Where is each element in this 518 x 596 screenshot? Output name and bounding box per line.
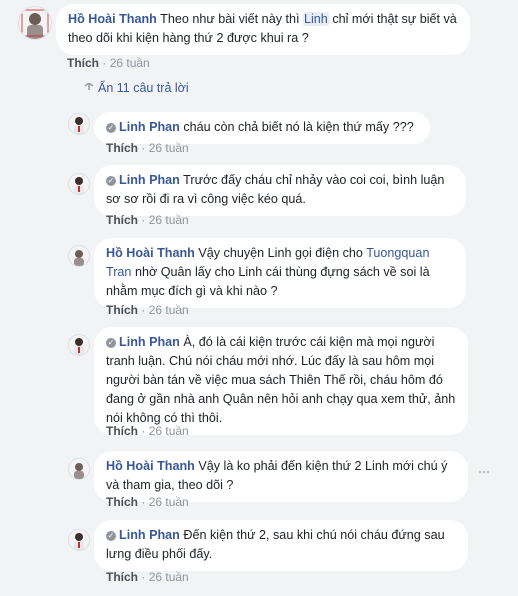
timestamp[interactable]: 26 tuần xyxy=(149,303,189,317)
separator: · xyxy=(141,495,146,509)
separator: · xyxy=(141,570,146,584)
commenter-name[interactable]: Hồ Hoài Thanh xyxy=(106,246,195,260)
separator: · xyxy=(141,303,146,317)
timestamp[interactable]: 26 tuần xyxy=(149,495,189,509)
like-button[interactable]: Thích xyxy=(106,213,138,227)
hide-replies-toggle[interactable]: Ẩn 11 câu trả lời xyxy=(84,81,189,95)
like-button[interactable]: Thích xyxy=(106,141,138,155)
avatar-ho-hoai-thanh[interactable] xyxy=(68,245,90,267)
separator: · xyxy=(141,141,146,155)
verified-icon: ✓ xyxy=(106,531,116,541)
like-button[interactable]: Thích xyxy=(106,495,138,509)
like-button[interactable]: Thích xyxy=(106,570,138,584)
avatar-linh-phan[interactable] xyxy=(68,173,90,195)
avatar-linh-phan[interactable] xyxy=(68,334,90,356)
reply-text: nhờ Quân lấy cho Linh cái thùng đựng sác… xyxy=(106,265,430,298)
commenter-name[interactable]: Hồ Hoài Thanh xyxy=(68,12,157,26)
verified-icon: ✓ xyxy=(106,123,116,133)
more-options-icon[interactable] xyxy=(478,466,490,478)
avatar-ho-hoai-thanh[interactable] xyxy=(18,6,52,40)
avatar-linh-phan[interactable] xyxy=(68,529,90,551)
separator: · xyxy=(141,424,146,438)
like-button[interactable]: Thích xyxy=(106,303,138,317)
reply-bubble: ✓ Linh Phan Đến kiện thứ 2, sau khi chú n… xyxy=(94,520,468,571)
reply-text: Vậy chuyện Linh gọi điện cho xyxy=(198,246,363,260)
reply-actions: Thích · 26 tuần xyxy=(106,495,189,509)
tagged-user[interactable]: Linh xyxy=(303,12,329,26)
comment-actions: Thích · 26 tuần xyxy=(67,56,150,70)
reply-bubble: ✓ Linh Phan cháu còn chả biết nó là kiện … xyxy=(94,112,430,144)
reply-actions: Thích · 26 tuần xyxy=(106,424,189,438)
reply-bubble: ✓ Linh Phan Trước đấy cháu chỉ nhảy vào c… xyxy=(94,165,466,216)
like-button[interactable]: Thích xyxy=(67,56,99,70)
hide-replies-label: Ẩn 11 câu trả lời xyxy=(98,81,189,95)
verified-icon: ✓ xyxy=(106,176,116,186)
separator: · xyxy=(102,56,107,70)
avatar-linh-phan[interactable] xyxy=(68,113,90,135)
timestamp[interactable]: 26 tuần xyxy=(110,56,150,70)
timestamp[interactable]: 26 tuần xyxy=(149,141,189,155)
commenter-name[interactable]: Linh Phan xyxy=(119,120,180,134)
avatar-ho-hoai-thanh[interactable] xyxy=(68,458,90,480)
commenter-name[interactable]: Linh Phan xyxy=(119,173,180,187)
timestamp[interactable]: 26 tuần xyxy=(149,213,189,227)
comment-text: Theo như bài viết này thì xyxy=(160,12,300,26)
reply-text: cháu còn chả biết nó là kiện thứ mấy ??? xyxy=(183,120,414,134)
reply-actions: Thích · 26 tuần xyxy=(106,141,189,155)
comment-bubble: Hồ Hoài Thanh Theo như bài viết này thì … xyxy=(56,4,470,55)
commenter-name[interactable]: Linh Phan xyxy=(119,335,180,349)
like-button[interactable]: Thích xyxy=(106,424,138,438)
commenter-name[interactable]: Hồ Hoài Thanh xyxy=(106,459,195,473)
separator: · xyxy=(141,213,146,227)
verified-icon: ✓ xyxy=(106,338,116,348)
reply-actions: Thích · 26 tuần xyxy=(106,213,189,227)
reply-actions: Thích · 26 tuần xyxy=(106,570,189,584)
collapse-arrow-icon xyxy=(84,82,94,90)
timestamp[interactable]: 26 tuần xyxy=(149,424,189,438)
reply-actions: Thích · 26 tuần xyxy=(106,303,189,317)
commenter-name[interactable]: Linh Phan xyxy=(119,528,180,542)
reply-bubble: Hồ Hoài Thanh Vậy chuyện Linh gọi điện c… xyxy=(94,238,466,308)
reply-bubble: ✓ Linh Phan À, đó là cái kiện trước cái k… xyxy=(94,327,468,435)
timestamp[interactable]: 26 tuần xyxy=(149,570,189,584)
